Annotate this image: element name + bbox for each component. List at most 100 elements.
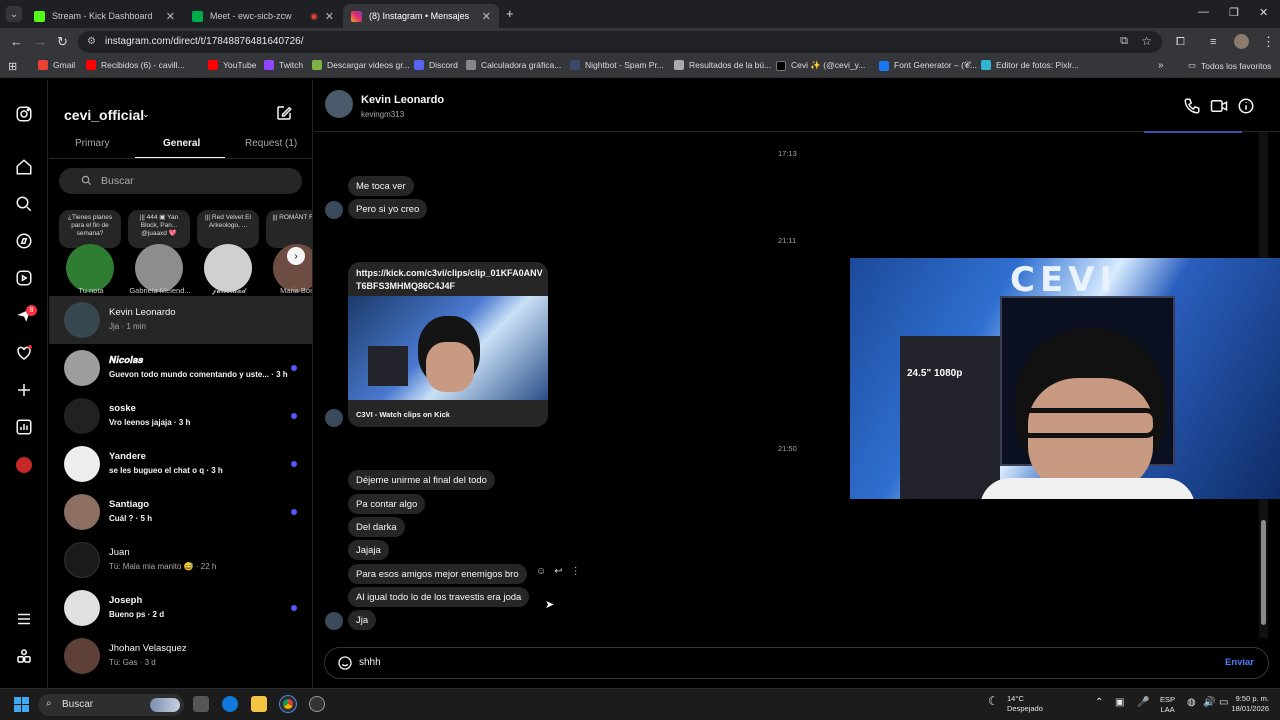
tab-primary[interactable]: Primary xyxy=(75,138,109,149)
tab-general[interactable]: General xyxy=(163,138,200,149)
close-window-button[interactable]: ✕ xyxy=(1259,6,1268,19)
message-bubble[interactable]: Para esos amigos mejor enemigos bro xyxy=(348,564,527,584)
conversation-kevin[interactable]: Kevin Leonardo Jja · 1 min xyxy=(49,296,312,344)
clock[interactable]: 9:50 p. m. 18/01/2026 xyxy=(1229,694,1269,714)
back-icon[interactable]: ← xyxy=(10,35,23,49)
reply-icon[interactable]: ↩ xyxy=(554,566,562,577)
message-composer[interactable]: shhh Enviar xyxy=(324,647,1269,679)
forward-icon[interactable]: → xyxy=(34,35,47,49)
home-icon[interactable] xyxy=(14,157,34,177)
bookmark-resultados[interactable]: Resultados de la bú... xyxy=(674,60,771,70)
more-bookmarks-icon[interactable]: » xyxy=(1158,60,1164,71)
weather-widget[interactable]: 14°C Despejado xyxy=(1007,694,1043,714)
browser-tab-instagram[interactable]: (8) Instagram • Mensajes ✕ xyxy=(343,4,499,28)
weather-moon-icon[interactable]: ☾ xyxy=(988,695,999,707)
site-settings-icon[interactable]: ⚙ xyxy=(87,36,96,47)
chevron-right-icon[interactable]: › xyxy=(287,247,305,265)
bookmark-calculadora[interactable]: Calculadora gráfica... xyxy=(466,60,561,70)
windows-start-icon[interactable] xyxy=(14,697,29,712)
bookmark-pixlr[interactable]: Editor de fotos: Pixlr... xyxy=(981,60,1079,70)
close-tab-icon[interactable]: ✕ xyxy=(325,10,334,23)
message-bubble[interactable]: Pa contar algo xyxy=(348,494,426,514)
react-emoji-icon[interactable]: ☺ xyxy=(536,566,546,577)
bookmark-youtube[interactable]: YouTube xyxy=(208,60,256,70)
bookmark-twitch[interactable]: Twitch xyxy=(264,60,303,70)
browser-tab-kick[interactable]: Stream - Kick Dashboard ✕ xyxy=(26,4,183,28)
conversation-item[interactable]: 𝑵𝒊𝒄𝒐𝒍𝒂𝒔 Guevon todo mundo comentando y u… xyxy=(49,344,312,392)
scrollbar-thumb[interactable] xyxy=(1261,520,1266,625)
cast-icon[interactable]: ⧉ xyxy=(1120,35,1128,48)
account-switcher[interactable]: cevi_official xyxy=(64,107,144,123)
notifications-heart-icon[interactable] xyxy=(14,343,34,363)
more-options-icon[interactable]: ⋮ xyxy=(571,566,581,577)
bookmark-recibidos[interactable]: Recibidos (6) - cavill... xyxy=(86,60,185,70)
taskbar-search[interactable]: ⌕ Buscar xyxy=(38,694,184,716)
bookmark-font-generator[interactable]: Font Generator – (𝓒... xyxy=(879,60,977,71)
tab-search-button[interactable]: ⌄ xyxy=(6,6,22,22)
url-text[interactable]: instagram.com/direct/t/17848876481640726… xyxy=(105,36,303,47)
close-tab-icon[interactable]: ✕ xyxy=(166,10,175,23)
message-bubble[interactable]: Me toca ver xyxy=(348,176,414,196)
bookmark-cevi[interactable]: Cevi ✨ (@cevi_y... xyxy=(776,60,865,71)
dashboard-icon[interactable] xyxy=(14,417,34,437)
info-icon[interactable] xyxy=(1237,97,1255,115)
message-input[interactable]: shhh xyxy=(359,657,381,668)
message-bubble[interactable]: Pero si yo creo xyxy=(348,199,428,219)
link-preview-card[interactable]: https://kick.com/c3vi/clips/clip_01KFA0A… xyxy=(348,262,548,427)
send-button[interactable]: Enviar xyxy=(1225,657,1254,668)
bookmark-discord[interactable]: Discord xyxy=(414,60,458,70)
message-bubble[interactable]: Del darka xyxy=(348,517,405,537)
message-bubble[interactable]: Jja xyxy=(348,610,377,630)
battery-icon[interactable]: ▭ xyxy=(1219,698,1228,708)
search-input[interactable]: Buscar xyxy=(59,168,302,194)
emoji-picker-icon[interactable] xyxy=(337,655,353,671)
bookmark-nightbot[interactable]: Nightbot - Spam Pr... xyxy=(570,60,664,70)
chevron-up-icon[interactable]: ⌃ xyxy=(1095,698,1103,708)
chrome-icon[interactable] xyxy=(279,695,297,713)
file-explorer-icon[interactable] xyxy=(251,696,267,712)
reload-icon[interactable]: ↻ xyxy=(57,35,68,49)
message-bubble[interactable]: Al igual todo lo de los travestis era jo… xyxy=(348,587,530,607)
conversation-item[interactable]: Santiago Cuál ? · 5 h xyxy=(49,488,312,536)
avatar[interactable] xyxy=(325,90,353,118)
chevron-down-icon[interactable]: ⌄ xyxy=(142,109,150,120)
obs-icon[interactable] xyxy=(309,696,325,712)
also-from-meta-icon[interactable] xyxy=(14,646,34,666)
profile-avatar[interactable] xyxy=(1234,34,1249,49)
new-message-icon[interactable] xyxy=(275,104,293,122)
all-bookmarks[interactable]: ▭ Todos los favoritos xyxy=(1188,60,1271,71)
search-icon[interactable] xyxy=(14,194,34,214)
task-view-icon[interactable] xyxy=(193,696,209,712)
instagram-logo-icon[interactable] xyxy=(14,104,34,124)
conversation-item[interactable]: soske Vro leenos jajaja · 3 h xyxy=(49,392,312,440)
conversation-item[interactable]: Jhohan Velasquez Tú: Gas · 3 d xyxy=(49,632,312,680)
more-menu-icon[interactable] xyxy=(14,609,34,629)
browser-menu-icon[interactable]: ⋮ xyxy=(1262,35,1275,49)
profile-avatar[interactable] xyxy=(14,455,34,475)
minimize-button[interactable]: — xyxy=(1198,6,1209,18)
conversation-item[interactable]: Yandere se les bugueo el chat o q · 3 h xyxy=(49,440,312,488)
network-icon[interactable]: ▣ xyxy=(1115,698,1124,708)
edge-icon[interactable] xyxy=(222,696,238,712)
video-call-icon[interactable] xyxy=(1210,97,1228,115)
extensions-icon[interactable]: ⧠ xyxy=(1176,35,1185,49)
apps-grid-icon[interactable]: ⊞ xyxy=(8,60,17,73)
new-tab-button[interactable]: + xyxy=(506,6,514,21)
maximize-button[interactable]: ❐ xyxy=(1229,6,1239,19)
reels-icon[interactable] xyxy=(14,268,34,288)
explore-icon[interactable] xyxy=(14,231,34,251)
chat-contact-name[interactable]: Kevin Leonardo xyxy=(361,94,444,106)
close-tab-icon[interactable]: ✕ xyxy=(482,10,491,23)
tab-requests[interactable]: Request (1) xyxy=(245,138,297,149)
wifi-icon[interactable]: ◍ xyxy=(1187,698,1196,708)
phone-call-icon[interactable] xyxy=(1183,97,1201,115)
omnibox[interactable]: ⚙ instagram.com/direct/t/178488764816407… xyxy=(78,31,1162,53)
create-plus-icon[interactable] xyxy=(14,380,34,400)
link-url[interactable]: https://kick.com/c3vi/clips/clip_01KFA0A… xyxy=(356,267,546,293)
reading-list-icon[interactable]: ≡ xyxy=(1210,35,1216,49)
message-bubble[interactable]: Déjeme unirme al final del todo xyxy=(348,470,495,490)
browser-tab-meet[interactable]: Meet - ewc-sicb-zcw ◉ ✕ xyxy=(184,4,342,28)
conversation-item[interactable]: Juan Tú: Mala mia manito 😅 · 22 h xyxy=(49,536,312,584)
conversation-item[interactable]: Joseph Bueno ps · 2 d xyxy=(49,584,312,632)
bookmark-descargar[interactable]: Descargar videos gr... xyxy=(312,60,410,70)
